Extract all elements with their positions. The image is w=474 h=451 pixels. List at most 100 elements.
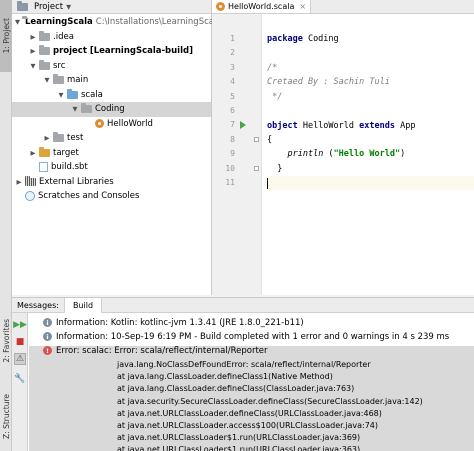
code-line: println ("Hello World")	[267, 147, 474, 161]
editor-gutter[interactable]: 1 2 3 4 5 6 7 8 9 10 11	[212, 14, 262, 295]
code-token: /*	[267, 62, 278, 73]
close-icon[interactable]: ×	[299, 2, 306, 11]
code-token: HelloWorld	[297, 120, 360, 131]
code-token: println	[287, 149, 324, 160]
project-panel-header: Project ▼	[12, 0, 211, 14]
tree-item-label: src	[53, 60, 66, 71]
tree-item[interactable]: ▼ Coding	[12, 102, 211, 117]
code-line	[267, 176, 474, 191]
structure-tool-tab[interactable]: Z: Structure	[0, 382, 12, 451]
stacktrace-line: at java.net.URLClassLoader$1.run(URLClas…	[117, 445, 361, 451]
tree-item[interactable]: ▼ src	[12, 59, 211, 74]
tree-item[interactable]: HelloWorld	[12, 117, 211, 132]
chevron-right-icon[interactable]: ▶	[15, 178, 23, 186]
folder-blue-icon	[67, 88, 78, 99]
code-area[interactable]: package Coding /* Cretaed By : Sachin Tuli…	[267, 14, 474, 295]
tree-item[interactable]: ▼ scala	[12, 88, 211, 103]
run-icon[interactable]	[240, 121, 246, 130]
scala-object-icon	[95, 119, 104, 129]
tree-item-label: .idea	[53, 31, 74, 42]
chevron-right-icon[interactable]: ▶	[29, 149, 37, 157]
tree-item[interactable]: ▶ test	[12, 131, 211, 146]
tree-item[interactable]: ▶ .idea	[12, 30, 211, 45]
code-line: }	[267, 162, 474, 176]
folder-gray-icon	[39, 30, 50, 41]
chevron-right-icon[interactable]: ▶	[43, 134, 51, 142]
favorites-tool-tab[interactable]: 2: Favorites	[0, 310, 12, 372]
tree-item-label: External Libraries	[39, 176, 114, 187]
stacktrace-line: at java.net.URLClassLoader$1.run(URLClas…	[117, 433, 361, 443]
fold-icon[interactable]	[254, 136, 259, 142]
tree-item-label: HelloWorld	[107, 118, 153, 129]
messages-header: Messages: Build	[12, 297, 474, 313]
line-number: 6	[230, 106, 235, 115]
editor-tab-bar: HelloWorld.scala ×	[212, 0, 474, 14]
stacktrace-line: at java.lang.ClassLoader.defineClass(Cla…	[117, 384, 355, 394]
text-caret	[267, 177, 268, 189]
rerun-icon[interactable]: ▶▶	[13, 319, 27, 331]
left-tool-strip: 1: Project 2: Favorites Z: Structure	[0, 0, 12, 451]
messages-panel: Messages: Build ▶▶ ■ ⚠ 🔧 java.lang.NoCla…	[12, 297, 474, 451]
folder-gray-icon	[39, 59, 50, 70]
error-block: java.lang.NoClassDefFoundError: scala/re…	[29, 346, 474, 451]
sbt-file-icon	[39, 162, 48, 173]
code-token: App	[394, 120, 416, 131]
chevron-down-icon[interactable]: ▼	[71, 105, 79, 113]
tree-item[interactable]: ▶ project [LearningScala-build]	[12, 44, 211, 59]
chevron-down-icon[interactable]: ▼	[43, 76, 51, 84]
fold-icon[interactable]	[254, 165, 259, 171]
info-icon: i	[43, 332, 52, 341]
chevron-down-icon[interactable]: ▼	[15, 18, 20, 26]
code-token: {	[267, 134, 273, 145]
chevron-down-icon[interactable]: ▼	[29, 62, 37, 70]
messages-label: Messages:	[17, 300, 59, 310]
tree-item[interactable]: ▼ main	[12, 73, 211, 88]
line-number: 8	[230, 134, 235, 144]
tree-item-label: scala	[81, 89, 103, 100]
project-view-icon	[17, 0, 28, 11]
warning-filter-icon[interactable]: ⚠	[14, 353, 26, 365]
tree-item[interactable]: Scratches and Consoles	[12, 189, 211, 204]
tab-helloworld-scala[interactable]: HelloWorld.scala ×	[212, 0, 312, 13]
tree-item-label: target	[53, 147, 79, 158]
tree-item-label: Coding	[95, 104, 125, 115]
line-number: 3	[230, 62, 235, 72]
tree-item[interactable]: ▼ LearningScala C:\Installations\LearningS…	[12, 15, 222, 30]
tree-item-label: Scratches and Consoles	[38, 191, 140, 202]
tree-item[interactable]: ▶ target	[12, 146, 211, 161]
tree-item-label: LearningScala	[25, 17, 93, 28]
stop-icon[interactable]: ■	[14, 336, 26, 348]
chevron-right-icon[interactable]: ▶	[29, 47, 37, 55]
error-icon: !	[43, 346, 52, 355]
code-token: "Hello World"	[333, 149, 401, 160]
error-message[interactable]: ! Error: scalac: Error: scala/reflect/int…	[29, 344, 474, 357]
line-number: 10	[225, 163, 235, 173]
message-text: Information: Kotlin: kotlinc-jvm 1.3.41 …	[56, 317, 304, 328]
info-message[interactable]: i Information: Kotlin: kotlinc-jvm 1.3.41…	[29, 316, 474, 329]
messages-list: java.lang.NoClassDefFoundError: scala/re…	[29, 313, 474, 451]
libraries-icon	[25, 175, 36, 186]
scala-object-icon	[216, 2, 225, 11]
tree-item[interactable]: ▶ External Libraries	[12, 175, 211, 190]
wrench-icon[interactable]: 🔧	[14, 373, 26, 385]
chevron-down-icon[interactable]: ▼	[66, 3, 71, 11]
chevron-right-icon[interactable]: ▶	[29, 33, 37, 41]
chevron-down-icon[interactable]: ▼	[57, 91, 65, 99]
info-icon: i	[43, 318, 52, 327]
code-token: Cretaed By : Sachin Tuli	[267, 77, 390, 88]
stacktrace-line: at java.net.URLClassLoader.defineClass(U…	[117, 408, 382, 418]
tree-item-label: test	[67, 133, 84, 144]
tab-build[interactable]: Build	[63, 297, 103, 313]
project-panel-title[interactable]: Project	[34, 2, 63, 12]
code-token: */	[267, 91, 283, 102]
tree-item-label: build.sbt	[51, 162, 88, 173]
code-line: */	[267, 90, 474, 104]
project-tool-tab[interactable]: 1: Project	[0, 0, 12, 72]
scratches-icon	[25, 191, 35, 202]
stacktrace-line: java.lang.NoClassDefFoundError: scala/re…	[117, 360, 371, 369]
tree-item[interactable]: build.sbt	[12, 160, 211, 175]
code-line: Cretaed By : Sachin Tuli	[267, 75, 474, 89]
info-message[interactable]: i Information: 10-Sep-19 6:19 PM - Build …	[29, 330, 474, 343]
